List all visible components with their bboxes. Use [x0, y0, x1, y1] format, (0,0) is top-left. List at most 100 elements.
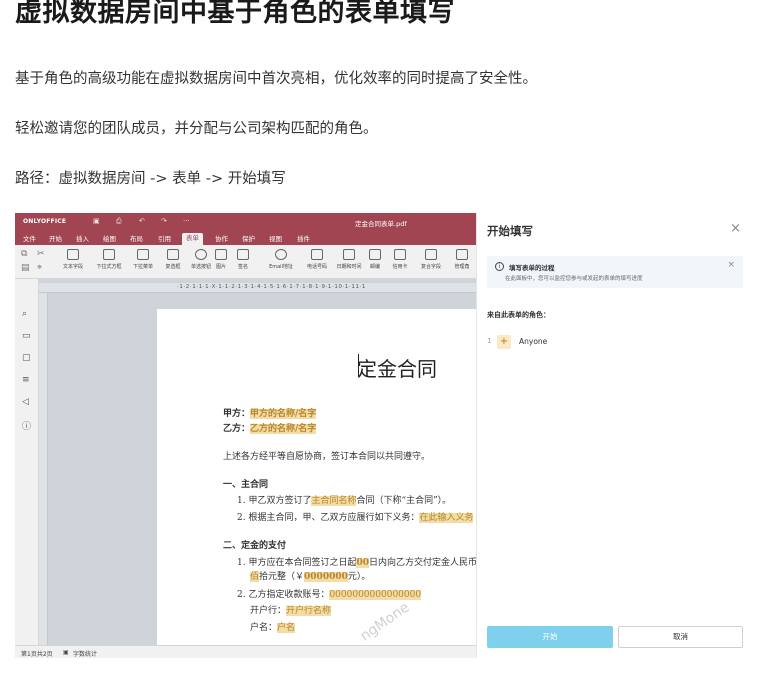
page-counter: 第1页共2页 [21, 651, 53, 658]
text-field-icon [67, 249, 79, 260]
menu-home[interactable]: 开始 [45, 234, 66, 245]
dropdown-icon [137, 249, 149, 260]
paste-icon[interactable]: ▤ [21, 263, 30, 273]
redo-icon[interactable]: ↷ [161, 217, 167, 225]
menu-forms[interactable]: 表单 [182, 233, 203, 245]
amount-words-field[interactable]: 佰 [250, 572, 260, 582]
comment-icon[interactable]: ▭ [22, 331, 31, 341]
checkbox-icon [167, 249, 179, 260]
wordcount-label[interactable]: 字数统计 [73, 649, 97, 658]
format-painter-icon[interactable]: ⌖ [37, 263, 42, 273]
app-logo: ONLYOFFICE [23, 218, 67, 225]
credit-card-button[interactable]: 信用卡 [385, 249, 415, 270]
intro-text: 上述各方经平等自愿协商，签订本合同以共同遵守。 [223, 452, 431, 462]
document-heading: 定金合同 [357, 357, 437, 381]
clause-2-1: 1. 甲方应在本合同签订之日起00日内向乙方交付定金人民币 [237, 558, 477, 568]
info-banner: i 填写表单的过程 在此面板中，您可以监控您参与或发起的表单的填写进度 × [487, 256, 743, 288]
image-button[interactable]: 图片 [209, 249, 233, 270]
image-icon [215, 249, 227, 260]
add-user-icon[interactable]: + [497, 335, 511, 349]
info-close-icon[interactable]: × [727, 260, 735, 270]
menu-references[interactable]: 引用 [154, 234, 175, 245]
article-paragraph-1: 基于角色的高级功能在虚拟数据房间中首次亮相，优化效率的同时提高了安全性。 [15, 71, 537, 87]
save-icon[interactable]: ▣ [93, 217, 100, 225]
clause-1-2: 2. 根据主合同，甲、乙双方应履行如下义务：在此输入义务 [237, 513, 474, 523]
document-page[interactable]: 定金合同 甲方：甲方的名称/名字 乙方：乙方的名称/名字 上述各方经平等自愿协商… [157, 309, 487, 645]
start-button[interactable]: 开始 [487, 626, 613, 648]
start-filling-panel: 开始填写 × i 填写表单的过程 在此面板中，您可以监控您参与或发起的表单的填写… [476, 213, 751, 658]
combo-box-icon [103, 249, 115, 260]
ribbon-toolbar: ⧉ ✂ ▤ ⌖ 文本字段 下拉式方框 下拉菜单 复选框 单选按钮 图片 签名 E… [15, 245, 476, 279]
speaker-icon[interactable]: ◁ [22, 397, 29, 407]
bank-field[interactable]: 开户行名称 [286, 606, 332, 616]
menu-collaborate[interactable]: 协作 [211, 234, 232, 245]
title-bar: ONLYOFFICE ▣ ⎙ ↶ ↷ ··· 定金合同表单.pdf [15, 213, 476, 231]
phone-button[interactable]: 电话号码 [299, 249, 335, 270]
search-icon[interactable]: ⌕ [22, 309, 27, 319]
account-name-line: 户名：户名 [250, 623, 296, 633]
copy-icon[interactable]: ⧉ [21, 249, 27, 259]
main-contract-field[interactable]: 主合同名称 [311, 496, 357, 506]
print-icon[interactable]: ⎙ [116, 217, 122, 226]
role-number: 1 [487, 337, 492, 345]
zip-button[interactable]: 邮编 [363, 249, 387, 270]
email-icon [275, 249, 287, 260]
complex-field-button[interactable]: 复合字段 [413, 249, 449, 270]
clause-2-1-cont: 佰拾元整（￥0000000元）。 [250, 572, 371, 582]
more-icon[interactable]: ··· [183, 217, 190, 225]
menu-bar: 文件 开始 插入 绘图 布局 引用 表单 协作 保护 视图 插件 [15, 231, 476, 245]
combo-box-button[interactable]: 下拉式方框 [91, 249, 127, 270]
cancel-button[interactable]: 取消 [618, 626, 743, 648]
article-paragraph-path: 路径：虚拟数据房间 -> 表单 -> 开始填写 [15, 171, 286, 187]
radio-icon [195, 249, 207, 260]
manage-roles-button[interactable]: 管理角 [447, 249, 477, 270]
signature-button[interactable]: 签名 [231, 249, 255, 270]
info-description: 在此面板中，您可以监控您参与或发起的表单的填写进度 [505, 276, 643, 282]
product-screenshot: ONLYOFFICE ▣ ⎙ ↶ ↷ ··· 定金合同表单.pdf 文件 开始 … [15, 213, 751, 658]
credit-card-icon [394, 249, 406, 260]
menu-insert[interactable]: 插入 [72, 234, 93, 245]
text-field-button[interactable]: 文本字段 [55, 249, 91, 270]
complex-field-icon [425, 249, 437, 260]
party-a-field[interactable]: 甲方的名称/名字 [250, 409, 317, 419]
status-bar: 第1页共2页 ▣ 字数统计 [15, 645, 476, 658]
horizontal-ruler[interactable]: ·1·2·1·1·1·X·1·1·2·1·3·1·4·1·5·1·6·1·7·1… [39, 283, 476, 293]
obligation-field[interactable]: 在此输入义务 [419, 513, 474, 523]
role-name: Anyone [519, 337, 548, 346]
days-field[interactable]: 00 [356, 558, 369, 568]
bank-line: 开户行：开户行名称 [250, 606, 332, 616]
amount-field[interactable]: 0000000 [304, 572, 348, 582]
date-time-button[interactable]: 日期和时间 [331, 249, 367, 270]
wordcount-icon[interactable]: ▣ [63, 649, 69, 656]
left-sidebar: ⌕ ▭ ▢ ≡ ◁ ⓘ [15, 279, 39, 645]
account-number-field[interactable]: 0000000000000000 [329, 590, 422, 600]
section-2-heading: 二、定金的支付 [223, 541, 287, 551]
signature-icon [237, 249, 249, 260]
info-title: 填写表单的过程 [509, 264, 555, 272]
cut-icon[interactable]: ✂ [37, 249, 45, 259]
info-icon[interactable]: ⓘ [22, 419, 31, 432]
party-a-line: 甲方：甲方的名称/名字 [223, 409, 317, 419]
watermark: ngMone [357, 599, 413, 645]
info-icon: i [495, 262, 504, 271]
menu-plugins[interactable]: 插件 [293, 234, 314, 245]
menu-view[interactable]: 视图 [265, 234, 286, 245]
chat-icon[interactable]: ▢ [22, 353, 31, 363]
navigation-icon[interactable]: ≡ [22, 375, 30, 385]
calendar-icon [343, 249, 355, 260]
zip-icon [369, 249, 381, 260]
vertical-ruler[interactable] [39, 293, 48, 645]
panel-title: 开始填写 [487, 224, 533, 238]
menu-draw[interactable]: 绘图 [99, 234, 120, 245]
article-paragraph-2: 轻松邀请您的团队成员，并分配与公司架构匹配的角色。 [15, 121, 378, 137]
account-name-field[interactable]: 户名 [277, 623, 296, 633]
party-b-field[interactable]: 乙方的名称/名字 [250, 424, 317, 434]
email-button[interactable]: Email地址 [263, 249, 299, 270]
document-filename: 定金合同表单.pdf [355, 220, 407, 228]
clause-1-1: 1. 甲乙双方签订了主合同名称合同（下称“主合同”）。 [237, 496, 452, 506]
menu-protect[interactable]: 保护 [238, 234, 259, 245]
close-icon[interactable]: × [730, 221, 741, 236]
menu-layout[interactable]: 布局 [126, 234, 147, 245]
undo-icon[interactable]: ↶ [139, 217, 145, 225]
menu-file[interactable]: 文件 [19, 234, 40, 245]
